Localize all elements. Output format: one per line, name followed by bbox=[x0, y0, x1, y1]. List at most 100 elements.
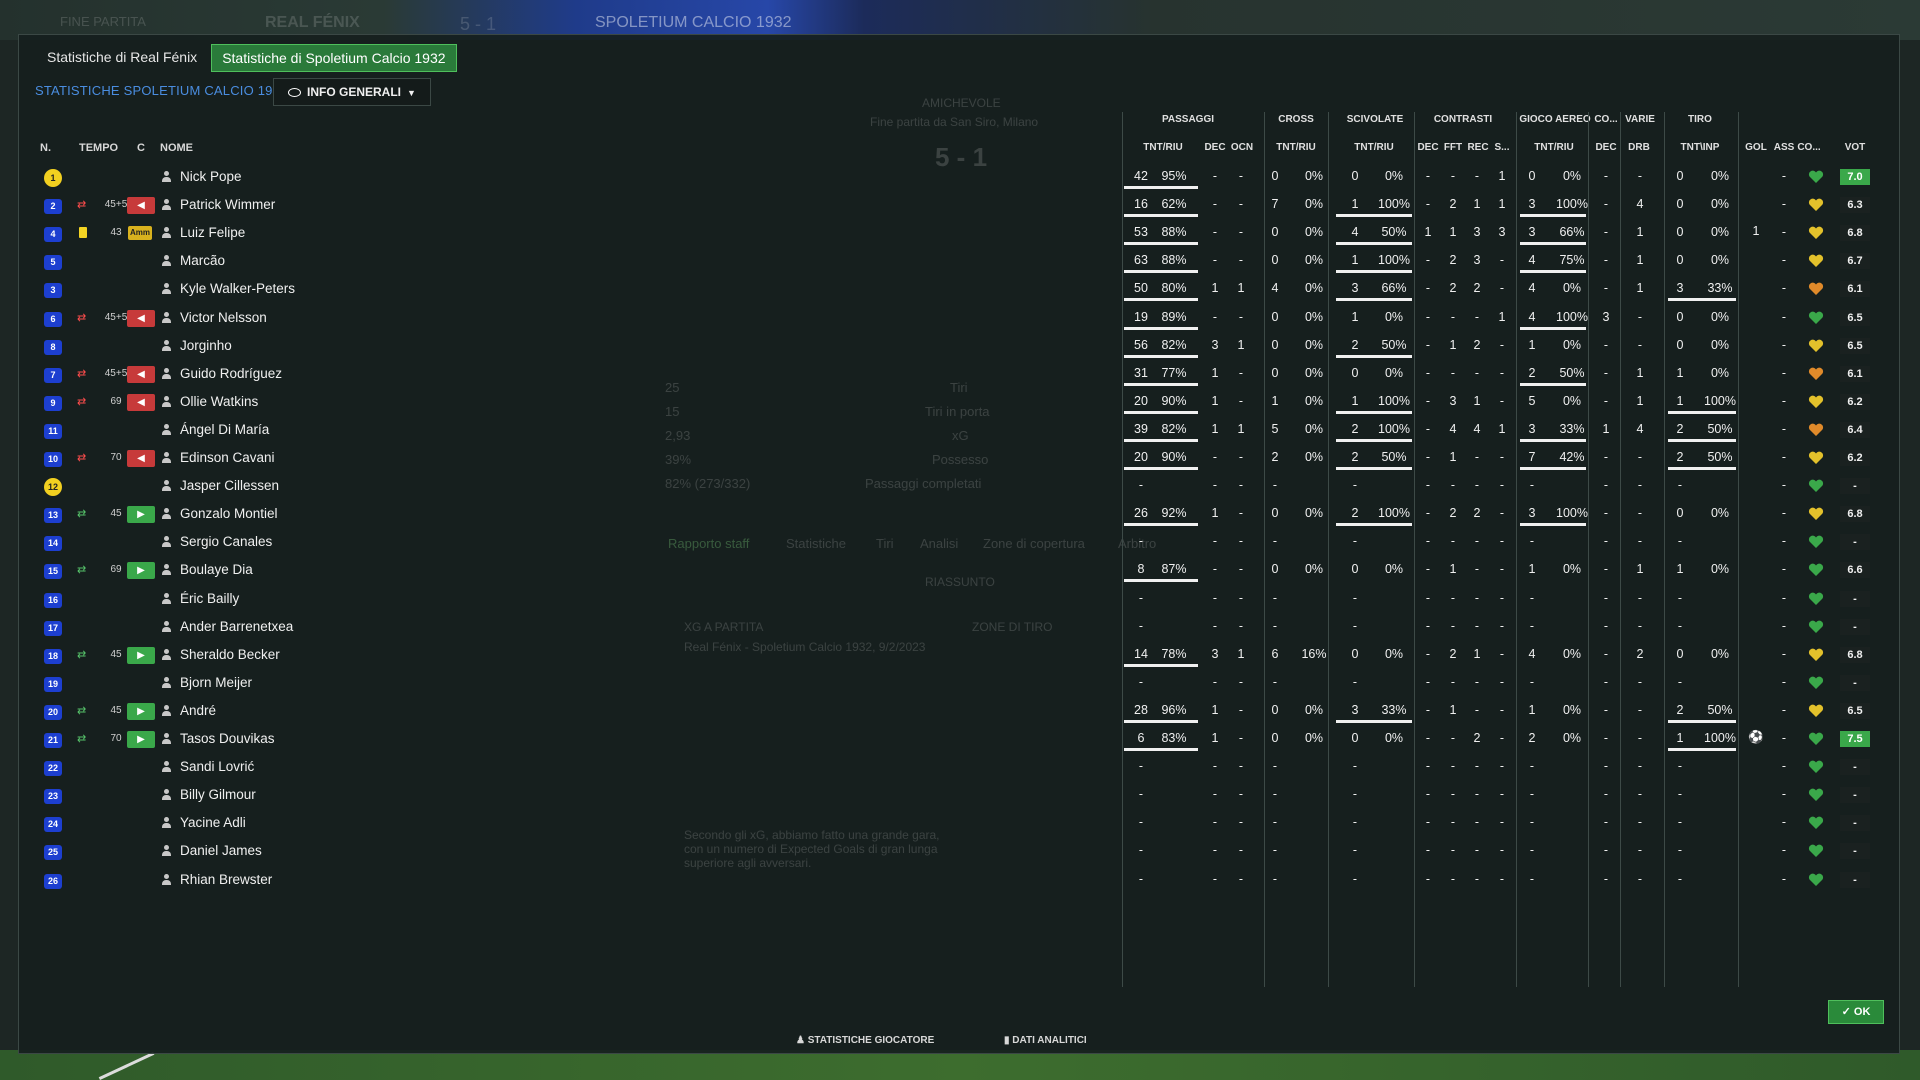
player-name[interactable]: Billy Gilmour bbox=[180, 787, 256, 802]
sub-con-dec[interactable]: DEC bbox=[1416, 142, 1440, 153]
player-name[interactable]: Éric Bailly bbox=[180, 591, 239, 606]
table-row[interactable]: 3 Kyle Walker-Peters bbox=[36, 276, 626, 304]
table-row[interactable]: 1 Nick Pope bbox=[36, 164, 626, 192]
player-name[interactable]: Sheraldo Becker bbox=[180, 647, 280, 662]
sub-pass-dec[interactable]: DEC bbox=[1202, 142, 1228, 153]
table-row[interactable]: 16 Éric Bailly bbox=[36, 586, 626, 614]
sub-co-dec[interactable]: DEC bbox=[1592, 142, 1620, 153]
table-row[interactable]: 25 Daniel James bbox=[36, 838, 626, 866]
sub-tiro-tnt[interactable]: TNT\INP bbox=[1670, 142, 1730, 153]
assists: - bbox=[1781, 197, 1787, 211]
player-name[interactable]: Boulaye Dia bbox=[180, 562, 253, 577]
player-name[interactable]: Marcão bbox=[180, 253, 225, 268]
player-name[interactable]: Luiz Felipe bbox=[180, 225, 245, 240]
player-name[interactable]: Ander Barrenetxea bbox=[180, 619, 293, 634]
table-row[interactable]: 17 Ander Barrenetxea bbox=[36, 614, 626, 642]
player-name[interactable]: Tasos Douvikas bbox=[180, 731, 275, 746]
sub-pass-ocn[interactable]: OCN bbox=[1228, 142, 1256, 153]
sub-co2[interactable]: CO... bbox=[1796, 142, 1822, 153]
player-rating: 6.5 bbox=[1840, 338, 1870, 354]
table-row[interactable]: 6 ⇄ 45+5 ◀ Victor Nelsson bbox=[36, 305, 626, 333]
contrasti-dec: - bbox=[1425, 591, 1431, 605]
sub-pass-tnt[interactable]: TNT/RIU bbox=[1133, 142, 1193, 153]
player-name[interactable]: Gonzalo Montiel bbox=[180, 506, 278, 521]
table-row[interactable]: 2 ⇄ 45+5 ◀ Patrick Wimmer bbox=[36, 192, 626, 220]
table-row[interactable]: 14 Sergio Canales bbox=[36, 529, 626, 557]
table-row[interactable]: 19 Bjorn Meijer bbox=[36, 670, 626, 698]
player-rating: - bbox=[1840, 591, 1870, 607]
bg-stat-lbl-0: Tiri bbox=[950, 380, 968, 395]
player-name[interactable]: Bjorn Meijer bbox=[180, 675, 252, 690]
player-name[interactable]: Sandi Lovrić bbox=[180, 759, 254, 774]
table-row[interactable]: 26 Rhian Brewster bbox=[36, 867, 626, 895]
player-name[interactable]: Victor Nelsson bbox=[180, 310, 267, 325]
player-name[interactable]: Guido Rodríguez bbox=[180, 366, 282, 381]
substitution-icon: ⇄ bbox=[77, 564, 87, 576]
table-row[interactable]: 21 ⇄ 70 ▶ Tasos Douvikas bbox=[36, 726, 626, 754]
player-name[interactable]: Patrick Wimmer bbox=[180, 197, 275, 212]
assists: - bbox=[1781, 506, 1787, 520]
player-name[interactable]: Sergio Canales bbox=[180, 534, 272, 549]
analytics-button[interactable]: ▮ DATI ANALITICI bbox=[1004, 1030, 1087, 1052]
tab-real-fenix[interactable]: Statistiche di Real Fénix bbox=[37, 44, 207, 70]
table-row[interactable]: 12 Jasper Cillessen bbox=[36, 473, 626, 501]
player-name[interactable]: Ángel Di María bbox=[180, 422, 269, 437]
player-stats-label: STATISTICHE GIOCATORE bbox=[807, 1035, 935, 1046]
table-row[interactable]: 5 Marcão bbox=[36, 248, 626, 276]
cross-percent: 16% bbox=[1301, 647, 1327, 661]
player-name[interactable]: Kyle Walker-Peters bbox=[180, 281, 295, 296]
sub-gol[interactable]: GOL bbox=[1743, 142, 1769, 153]
table-row[interactable]: 11 Ángel Di María bbox=[36, 417, 626, 445]
person-icon bbox=[162, 171, 171, 182]
contrasti-dec: - bbox=[1425, 562, 1431, 576]
contrasti-fft: 1 bbox=[1449, 338, 1457, 352]
table-row[interactable]: 4 43 Amm Luiz Felipe bbox=[36, 220, 626, 248]
sub-vot[interactable]: VOT bbox=[1840, 142, 1870, 153]
tackle-slide-attempted: 0 bbox=[1351, 169, 1359, 183]
header-c[interactable]: C bbox=[137, 142, 145, 154]
player-name[interactable]: Yacine Adli bbox=[180, 815, 246, 830]
player-stats-button[interactable]: ♟ STATISTICHE GIOCATORE bbox=[796, 1030, 934, 1052]
header-tempo[interactable]: TEMPO bbox=[79, 142, 118, 154]
table-row[interactable]: 15 ⇄ 69 ▶ Boulaye Dia bbox=[36, 557, 626, 585]
table-row[interactable]: 7 ⇄ 45+5 ◀ Guido Rodríguez bbox=[36, 361, 626, 389]
table-row[interactable]: 18 ⇄ 45 ▶ Sheraldo Becker bbox=[36, 642, 626, 670]
table-row[interactable]: 22 Sandi Lovrić bbox=[36, 754, 626, 782]
sub-varie-drb[interactable]: DRB bbox=[1624, 142, 1654, 153]
contrasti-dec: - bbox=[1425, 169, 1431, 183]
contrasti-s: 1 bbox=[1498, 197, 1506, 211]
player-name[interactable]: Edinson Cavani bbox=[180, 450, 275, 465]
contrasti-fft: - bbox=[1450, 591, 1456, 605]
player-name[interactable]: Jasper Cillessen bbox=[180, 478, 279, 493]
player-name[interactable]: Ollie Watkins bbox=[180, 394, 258, 409]
aerial-attempted: 4 bbox=[1528, 310, 1536, 324]
sub-ass[interactable]: ASS bbox=[1772, 142, 1796, 153]
table-row[interactable]: 8 Jorginho bbox=[36, 333, 626, 361]
player-name[interactable]: Daniel James bbox=[180, 843, 262, 858]
table-row[interactable]: 13 ⇄ 45 ▶ Gonzalo Montiel bbox=[36, 501, 626, 529]
table-row[interactable]: 24 Yacine Adli bbox=[36, 810, 626, 838]
cross-attempted: - bbox=[1272, 843, 1278, 857]
player-name[interactable]: Jorginho bbox=[180, 338, 232, 353]
ok-button[interactable]: ✓ OK bbox=[1828, 1000, 1884, 1024]
sub-cross-tnt[interactable]: TNT/RIU bbox=[1266, 142, 1326, 153]
contrasti-fft: 2 bbox=[1449, 647, 1457, 661]
sub-aereo-tnt[interactable]: TNT/RIU bbox=[1524, 142, 1584, 153]
table-row[interactable]: 20 ⇄ 45 ▶ André bbox=[36, 698, 626, 726]
player-name[interactable]: André bbox=[180, 703, 216, 718]
tab-spoletium[interactable]: Statistiche di Spoletium Calcio 1932 bbox=[211, 44, 457, 72]
header-n[interactable]: N. bbox=[40, 142, 51, 154]
table-row[interactable]: 10 ⇄ 70 ◀ Edinson Cavani bbox=[36, 445, 626, 473]
sub-con-rec[interactable]: REC bbox=[1466, 142, 1490, 153]
header-nome[interactable]: NOME bbox=[160, 142, 193, 154]
contrasti-rec: - bbox=[1474, 591, 1480, 605]
player-name[interactable]: Rhian Brewster bbox=[180, 872, 272, 887]
sub-sciv-tnt[interactable]: TNT/RIU bbox=[1344, 142, 1404, 153]
player-name[interactable]: Nick Pope bbox=[180, 169, 242, 184]
table-row[interactable]: 9 ⇄ 69 ◀ Ollie Watkins bbox=[36, 389, 626, 417]
sub-con-fft[interactable]: FFT bbox=[1442, 142, 1464, 153]
table-row[interactable]: 23 Billy Gilmour bbox=[36, 782, 626, 810]
shots-percent: 100% bbox=[1704, 394, 1736, 408]
info-generali-dropdown[interactable]: INFO GENERALI ▼ bbox=[273, 78, 431, 106]
sub-con-s[interactable]: S... bbox=[1490, 142, 1514, 153]
